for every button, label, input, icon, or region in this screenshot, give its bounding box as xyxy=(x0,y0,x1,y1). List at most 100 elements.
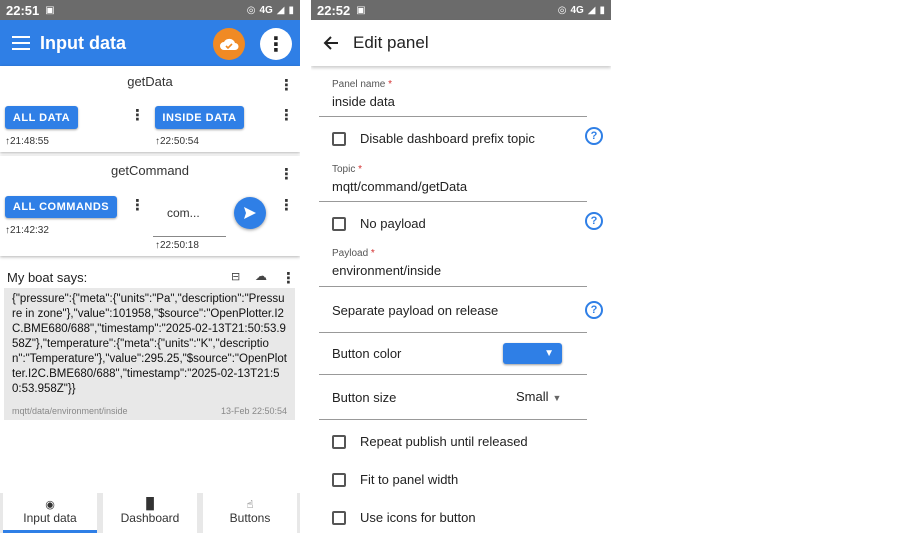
card-menu-icon[interactable]: ⋮ xyxy=(279,78,294,93)
tab-dashboard[interactable]: ▐▌ Dashboard xyxy=(103,493,197,533)
notification-icon: ▣ xyxy=(45,4,55,16)
button-menu-icon[interactable]: ⋮ xyxy=(279,198,294,213)
checkbox-label: Fit to panel width xyxy=(360,472,459,487)
command-text-input[interactable]: com... xyxy=(167,206,200,220)
field-underline xyxy=(319,201,587,202)
field-label: Topic * xyxy=(332,164,363,175)
tab-label: Input data xyxy=(23,511,77,525)
disable-prefix-checkbox[interactable]: Disable dashboard prefix topic xyxy=(332,131,535,146)
panel-name-field[interactable]: Panel name * inside data xyxy=(332,79,587,109)
repeat-publish-checkbox[interactable]: Repeat publish until released xyxy=(332,434,528,449)
checkbox-box[interactable] xyxy=(332,131,346,146)
select-value: Small xyxy=(516,389,549,404)
card-title: getCommand xyxy=(110,163,190,178)
status-icons: ◎ 4G ◢ ▮ xyxy=(558,5,605,16)
send-button[interactable] xyxy=(234,197,266,229)
button-menu-icon[interactable]: ⋮ xyxy=(279,108,294,123)
dropdown-arrow-icon: ▼ xyxy=(552,393,562,403)
last-sent-time: ↑22:50:54 xyxy=(155,136,199,147)
field-value: mqtt/command/getData xyxy=(332,179,468,194)
message-footer: mqtt/data/environment/inside 13-Feb 22:5… xyxy=(12,406,287,416)
edit-panel-screen: 22:52 ▣ ◎ 4G ◢ ▮ Edit panel Panel name *… xyxy=(311,0,611,533)
message-card-title: My boat says: xyxy=(7,270,88,285)
no-payload-checkbox[interactable]: No payload xyxy=(332,216,426,231)
checkbox-label: Use icons for button xyxy=(360,510,476,525)
all-data-button[interactable]: ALL DATA xyxy=(5,106,78,129)
row-label: Button size xyxy=(332,390,397,405)
notification-icon: ▣ xyxy=(356,4,366,16)
tab-input-data[interactable]: ◉ Input data xyxy=(3,493,97,533)
hotspot-icon: ◎ xyxy=(557,4,567,16)
card-title: getData xyxy=(127,74,173,89)
help-icon[interactable]: ? xyxy=(585,212,603,230)
card-getcommand: getCommand ⋮ ALL COMMANDS ⋮ ↑21:42:32 co… xyxy=(0,156,300,256)
use-icons-checkbox[interactable]: Use icons for button xyxy=(332,510,476,525)
card-menu-icon[interactable]: ⋮ xyxy=(279,167,294,182)
card-menu-icon[interactable]: ⋮ xyxy=(281,271,296,286)
topic-field[interactable]: Topic * mqtt/command/getData xyxy=(332,164,587,194)
app-bar: Input data ⋮ xyxy=(0,20,300,66)
field-underline xyxy=(319,116,587,117)
send-icon xyxy=(244,207,256,219)
app-bar: Edit panel xyxy=(311,20,611,66)
message-body: {"pressure":{"meta":{"units":"Pa","descr… xyxy=(12,293,287,395)
message-box: {"pressure":{"meta":{"units":"Pa","descr… xyxy=(4,288,295,420)
checkbox-label: Repeat publish until released xyxy=(360,434,528,449)
checkbox-box[interactable] xyxy=(332,216,346,231)
checkbox-box[interactable] xyxy=(332,434,346,449)
bottom-navigation: ◉ Input data ▐▌ Dashboard ☝ Buttons xyxy=(0,493,300,533)
network-label: 4G xyxy=(570,4,584,16)
checkbox-label: Disable dashboard prefix topic xyxy=(360,131,535,146)
button-menu-icon[interactable]: ⋮ xyxy=(130,198,145,213)
inside-data-button[interactable]: INSIDE DATA xyxy=(155,106,244,129)
page-title: Edit panel xyxy=(353,33,429,52)
divider xyxy=(319,374,587,375)
input-data-screen: 22:51 ▣ ◎ 4G ◢ ▮ Input data ⋮ getData ⋮ … xyxy=(0,0,300,533)
field-label: Payload * xyxy=(332,248,375,259)
field-underline xyxy=(319,286,587,287)
battery-icon: ▮ xyxy=(599,4,605,16)
card-getdata: getData ⋮ ALL DATA ⋮ ↑21:48:55 INSIDE DA… xyxy=(0,66,300,152)
more-options-button[interactable]: ⋮ xyxy=(260,28,292,60)
signal-icon: ◢ xyxy=(587,4,596,16)
checkbox-box[interactable] xyxy=(332,510,346,525)
status-bar: 22:52 ▣ ◎ 4G ◢ ▮ xyxy=(311,0,611,20)
fit-width-checkbox[interactable]: Fit to panel width xyxy=(332,472,458,487)
cloud-check-icon xyxy=(220,38,239,50)
tab-label: Dashboard xyxy=(120,511,180,525)
button-color-select[interactable]: ▼ xyxy=(503,343,562,364)
field-value: environment/inside xyxy=(332,263,442,278)
field-label: Panel name * xyxy=(332,79,393,90)
button-menu-icon[interactable]: ⋮ xyxy=(130,108,145,123)
help-icon[interactable]: ? xyxy=(585,301,603,319)
archive-icon[interactable]: ⊟ xyxy=(231,270,240,283)
tab-buttons[interactable]: ☝ Buttons xyxy=(203,493,297,533)
payload-field[interactable]: Payload * environment/inside xyxy=(332,248,587,278)
button-size-select[interactable]: Small ▼ xyxy=(516,389,561,404)
cloud-connected-button[interactable] xyxy=(213,28,245,60)
input-underline xyxy=(153,236,226,237)
signal-icon: ◢ xyxy=(276,4,285,16)
menu-icon[interactable] xyxy=(12,36,30,50)
touch-icon: ☝ xyxy=(246,499,254,511)
dropdown-arrow-icon: ▼ xyxy=(544,348,554,359)
row-label: Separate payload on release xyxy=(332,303,499,318)
divider xyxy=(319,419,587,420)
checkbox-label: No payload xyxy=(360,216,426,231)
status-icons: ◎ 4G ◢ ▮ xyxy=(247,5,294,16)
field-value: inside data xyxy=(332,94,395,109)
last-sent-time: ↑22:50:18 xyxy=(155,240,199,251)
bar-chart-icon: ▐▌ xyxy=(142,498,158,510)
checkbox-box[interactable] xyxy=(332,472,346,487)
help-icon[interactable]: ? xyxy=(585,127,603,145)
hotspot-icon: ◎ xyxy=(246,4,256,16)
last-sent-time: ↑21:48:55 xyxy=(5,136,49,147)
last-sent-time: ↑21:42:32 xyxy=(5,225,49,236)
status-bar: 22:51 ▣ ◎ 4G ◢ ▮ xyxy=(0,0,300,20)
separate-payload-toggle[interactable]: Separate payload on release xyxy=(332,303,577,318)
divider xyxy=(319,332,587,333)
back-arrow-icon[interactable] xyxy=(323,35,339,51)
cloud-download-icon[interactable]: ☁ xyxy=(255,269,267,283)
status-time: 22:52 xyxy=(317,2,351,18)
all-commands-button[interactable]: ALL COMMANDS xyxy=(5,196,117,218)
